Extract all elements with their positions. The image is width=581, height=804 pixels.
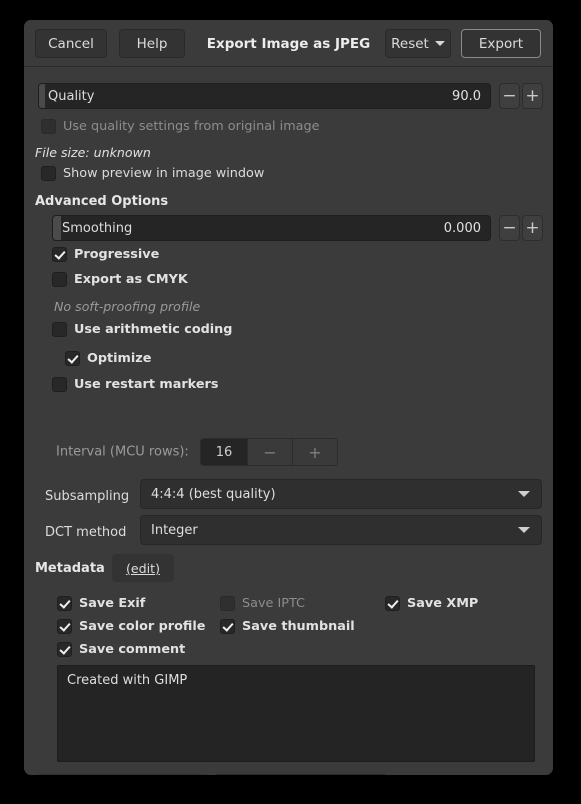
show-preview-checkbox[interactable]: Show preview in image window [41,166,264,181]
optimize-label: Optimize [87,351,151,366]
save-exif-label: Save Exif [79,596,145,611]
save-comment-checkbox[interactable]: Save comment [57,642,185,657]
minus-icon: − [502,88,516,105]
save-iptc-checkbox[interactable]: Save IPTC [220,596,305,611]
export-cmyk-checkbox[interactable]: Export as CMYK [52,272,188,287]
checkbox-indicator [65,351,80,366]
advanced-options-heading: Advanced Options [35,194,168,209]
dialog-header-bar: Export Image as JPEG Cancel Help Reset E… [24,20,553,67]
checkbox-indicator [52,247,67,262]
restart-markers-checkbox[interactable]: Use restart markers [52,377,218,392]
export-button[interactable]: Export [461,29,541,58]
checkbox-indicator [52,272,67,287]
checkbox-indicator [57,619,72,634]
quality-slider-label: Quality [48,84,94,108]
smoothing-decrement-button[interactable]: − [499,215,520,241]
save-color-profile-checkbox[interactable]: Save color profile [57,619,205,634]
cancel-button[interactable]: Cancel [35,29,107,58]
chevron-down-icon [518,491,530,497]
restart-markers-label: Use restart markers [74,377,218,392]
interval-label: Interval (MCU rows): [56,445,189,460]
checkbox-indicator [41,119,56,134]
use-original-quality-checkbox[interactable]: Use quality settings from original image [41,119,320,134]
interval-decrement-button[interactable]: − [247,439,292,465]
comment-text: Created with GIMP [67,673,187,688]
save-color-profile-label: Save color profile [79,619,205,634]
dct-method-label: DCT method [45,525,126,540]
chevron-down-icon [518,527,530,533]
checkbox-indicator [220,619,235,634]
reset-button-label: Reset [391,36,429,52]
plus-icon: + [308,443,321,462]
metadata-heading: Metadata [35,561,105,576]
interval-increment-button[interactable]: + [292,439,337,465]
checkbox-indicator [385,596,400,611]
help-button-label: Help [137,36,168,52]
export-jpeg-dialog: Export Image as JPEG Cancel Help Reset E… [24,20,553,775]
checkbox-indicator [220,596,235,611]
save-iptc-label: Save IPTC [242,596,305,611]
dialog-content: Quality 90.0 − + Use quality settings fr… [24,67,553,774]
smoothing-slider-label: Smoothing [62,216,132,240]
save-exif-checkbox[interactable]: Save Exif [57,596,145,611]
arithmetic-coding-label: Use arithmetic coding [74,322,232,337]
export-button-label: Export [479,36,523,52]
save-settings-button[interactable]: Save Settings [214,774,388,775]
show-preview-label: Show preview in image window [63,166,264,181]
load-saved-settings-button[interactable]: Load Saved Settings [36,774,209,775]
save-comment-label: Save comment [79,642,185,657]
checkbox-indicator [57,596,72,611]
subsampling-label: Subsampling [45,489,129,504]
checkbox-indicator [41,166,56,181]
optimize-checkbox[interactable]: Optimize [65,351,151,366]
metadata-edit-button[interactable]: (edit) [112,554,174,582]
minus-icon: − [502,220,516,237]
chevron-down-icon [435,41,445,46]
progressive-label: Progressive [74,247,159,262]
checkbox-indicator [52,377,67,392]
plus-icon: + [525,220,539,237]
save-xmp-label: Save XMP [407,596,478,611]
reset-menu-button[interactable]: Reset [385,29,451,58]
checkbox-indicator [57,642,72,657]
quality-slider-value: 90.0 [452,84,481,108]
cancel-button-label: Cancel [48,36,94,52]
minus-icon: − [263,443,276,462]
interval-value[interactable]: 16 [201,439,247,465]
interval-spinner[interactable]: 16 − + [200,438,338,466]
subsampling-dropdown[interactable]: 4:4:4 (best quality) [140,479,542,509]
smoothing-slider-value: 0.000 [444,216,481,240]
arithmetic-coding-checkbox[interactable]: Use arithmetic coding [52,322,232,337]
comment-textarea[interactable]: Created with GIMP [57,665,535,762]
save-xmp-checkbox[interactable]: Save XMP [385,596,478,611]
dct-method-value: Integer [151,523,198,538]
quality-slider-fill [39,84,45,108]
checkbox-indicator [52,322,67,337]
plus-icon: + [525,88,539,105]
progressive-checkbox[interactable]: Progressive [52,247,159,262]
save-thumbnail-checkbox[interactable]: Save thumbnail [220,619,355,634]
export-cmyk-label: Export as CMYK [74,272,188,287]
file-size-label: File size: unknown [35,145,151,160]
quality-slider[interactable]: Quality 90.0 [38,83,491,109]
quality-increment-button[interactable]: + [522,83,543,109]
quality-decrement-button[interactable]: − [499,83,520,109]
smoothing-increment-button[interactable]: + [522,215,543,241]
smoothing-slider-fill [53,216,61,240]
help-button[interactable]: Help [119,29,185,58]
dct-method-dropdown[interactable]: Integer [140,515,542,545]
smoothing-slider[interactable]: Smoothing 0.000 [52,215,491,241]
use-original-quality-label: Use quality settings from original image [63,119,320,134]
metadata-edit-label: (edit) [126,561,160,576]
subsampling-value: 4:4:4 (best quality) [151,487,276,502]
soft-proof-note: No soft-proofing profile [54,299,200,314]
save-thumbnail-label: Save thumbnail [242,619,355,634]
